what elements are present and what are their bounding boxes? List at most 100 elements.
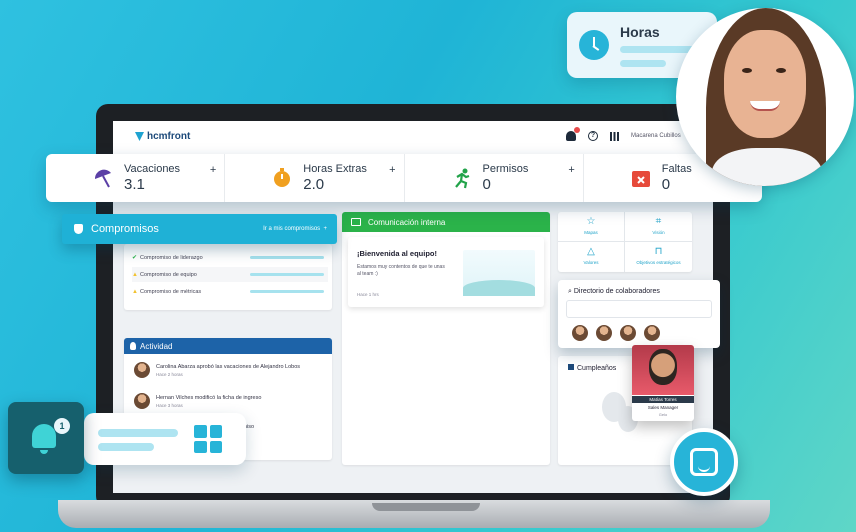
- help-icon[interactable]: ?: [588, 131, 598, 141]
- quick-link-label: Mapas: [584, 230, 598, 235]
- placeholder-bar: [620, 60, 666, 67]
- notification-count: 1: [54, 418, 70, 434]
- avatar[interactable]: [596, 325, 612, 341]
- placeholder-bar: [98, 429, 178, 437]
- activity-text: Hernan Vilches modificó la ficha de ingr…: [156, 395, 262, 401]
- stat-label: Faltas: [661, 163, 692, 175]
- activity-item[interactable]: Hernan Vilches modificó la ficha de ingr…: [134, 393, 261, 409]
- scan-icon: ⌗: [655, 216, 662, 227]
- person-name: Matías Torres: [632, 396, 694, 403]
- stopwatch-icon: [274, 168, 291, 187]
- quick-link-label: Valores: [583, 260, 599, 265]
- fire-icon: [130, 342, 136, 350]
- stat-value: 2.0: [303, 176, 325, 193]
- person-role: Sales Manager: [647, 405, 679, 410]
- comunicacion-card: Comunicación interna ¡Bienvenida al equi…: [342, 212, 550, 465]
- post-title: ¡Bienvenida al equipo!: [357, 249, 438, 258]
- directorio-card: ⌕ Directorio de colaboradores: [558, 280, 720, 348]
- activity-time: Hace 3 horas: [156, 403, 183, 408]
- grid-icon[interactable]: [610, 131, 619, 141]
- list-item[interactable]: ▲ Compromiso de equipo: [132, 267, 328, 282]
- stat-value: 0: [661, 176, 671, 193]
- bell-icon: [32, 424, 56, 454]
- quick-access-grid: ☆ Mapas ⌗ Visión △ Valores ⊓ Objetivos e…: [558, 212, 692, 272]
- logo[interactable]: hcmfront: [135, 131, 190, 142]
- check-icon: ✔: [132, 255, 138, 261]
- umbrella-icon: [94, 169, 111, 188]
- clock-icon: [579, 30, 609, 60]
- directorio-title-text: Directorio de colaboradores: [573, 288, 660, 295]
- photo-shirt: [712, 148, 822, 186]
- stat-permisos[interactable]: Permisos 0 +: [405, 154, 584, 202]
- notification-bell-button[interactable]: 1: [8, 402, 84, 474]
- progress-bar: [250, 273, 324, 276]
- cumpleanos-title: Cumpleaños: [568, 364, 616, 372]
- post-date: Hace 1 hrs: [357, 292, 379, 297]
- user-name[interactable]: Macarena Cubillos: [631, 133, 681, 139]
- top-bar: hcmfront ? Macarena Cubillos: [113, 121, 713, 155]
- running-person-icon: [454, 168, 469, 189]
- stat-label: Permisos: [482, 163, 529, 175]
- person-face: [649, 349, 677, 385]
- stats-bar: Vacaciones 3.1 + Horas Extras 2.0 + Permis…: [46, 154, 762, 202]
- add-icon[interactable]: +: [389, 164, 395, 176]
- stat-vacaciones[interactable]: Vacaciones 3.1 +: [46, 154, 226, 202]
- post-body: Estamos muy contentos de que te unas al …: [357, 264, 445, 277]
- horas-title: Horas: [620, 24, 660, 40]
- stat-value: 0: [482, 176, 491, 193]
- avatar[interactable]: [644, 325, 660, 341]
- shield-icon: [74, 224, 83, 234]
- compromiso-label: Compromiso de equipo: [140, 271, 197, 278]
- apps-grid-icon[interactable]: [194, 425, 222, 453]
- colaboradores-avatars: [572, 325, 660, 341]
- calendar-x-icon: [631, 171, 650, 187]
- quick-link-objetivos[interactable]: ⊓ Objetivos estratégicos: [625, 242, 692, 272]
- stat-horas-extras[interactable]: Horas Extras 2.0 +: [225, 154, 405, 202]
- profile-photo: [676, 8, 854, 186]
- add-icon[interactable]: +: [210, 164, 216, 176]
- stat-label: Vacaciones: [124, 163, 181, 175]
- activity-item[interactable]: Carolina Abarza aprobó las vacaciones de…: [134, 362, 300, 378]
- quick-link-label: Visión: [652, 230, 665, 235]
- logo-text: hcmfront: [147, 131, 191, 142]
- progress-bar: [250, 256, 324, 259]
- chat-button[interactable]: [670, 428, 738, 496]
- compromisos-card: ✔ Compromiso de liderazgo ▲ Compromiso d…: [124, 244, 332, 310]
- laptop-notch: [372, 503, 480, 511]
- directorio-search-input[interactable]: [566, 300, 712, 318]
- search-icon: ⌕: [568, 288, 572, 295]
- star-icon: ☆: [586, 216, 596, 227]
- placeholder-bar: [98, 443, 154, 451]
- avatar[interactable]: [572, 325, 588, 341]
- post-image: [463, 250, 535, 296]
- topbar-actions: ? Macarena Cubillos: [566, 127, 681, 141]
- triangle-icon: △: [587, 246, 595, 257]
- stat-label: Horas Extras: [303, 163, 367, 175]
- quick-link-mapas[interactable]: ☆ Mapas: [558, 212, 625, 242]
- gift-icon: [568, 364, 574, 370]
- comunicacion-header: Comunicación interna: [342, 212, 550, 232]
- compromisos-link[interactable]: Ir a mis compromisos +: [263, 226, 327, 232]
- warning-icon: ▲: [132, 288, 138, 295]
- person-company: Gelo: [658, 412, 668, 417]
- photo-face: [724, 30, 806, 138]
- chat-icon: [690, 448, 718, 476]
- quick-link-valores[interactable]: △ Valores: [558, 242, 625, 272]
- welcome-post[interactable]: ¡Bienvenida al equipo! Estamos muy conte…: [348, 237, 544, 307]
- activity-time: Hace 2 horas: [156, 372, 183, 377]
- list-item[interactable]: ✔ Compromiso de liderazgo: [132, 250, 328, 265]
- bell-icon[interactable]: [566, 127, 580, 141]
- compromisos-header: Compromisos Ir a mis compromisos +: [62, 214, 337, 244]
- logo-icon: [135, 132, 144, 141]
- add-icon[interactable]: +: [568, 164, 574, 176]
- progress-bar: [250, 290, 324, 293]
- compromiso-label: Compromiso de métricas: [140, 288, 202, 295]
- actividad-title: Actividad: [140, 341, 173, 351]
- compromiso-label: Compromiso de liderazgo: [140, 254, 203, 261]
- birthday-person-card[interactable]: Matías Torres Sales Manager Gelo: [632, 345, 694, 421]
- list-item[interactable]: ▲ Compromiso de métricas: [132, 284, 328, 299]
- chat-icon: [351, 218, 361, 226]
- quick-link-vision[interactable]: ⌗ Visión: [625, 212, 692, 242]
- avatar[interactable]: [620, 325, 636, 341]
- comunicacion-title: Comunicación interna: [368, 217, 446, 227]
